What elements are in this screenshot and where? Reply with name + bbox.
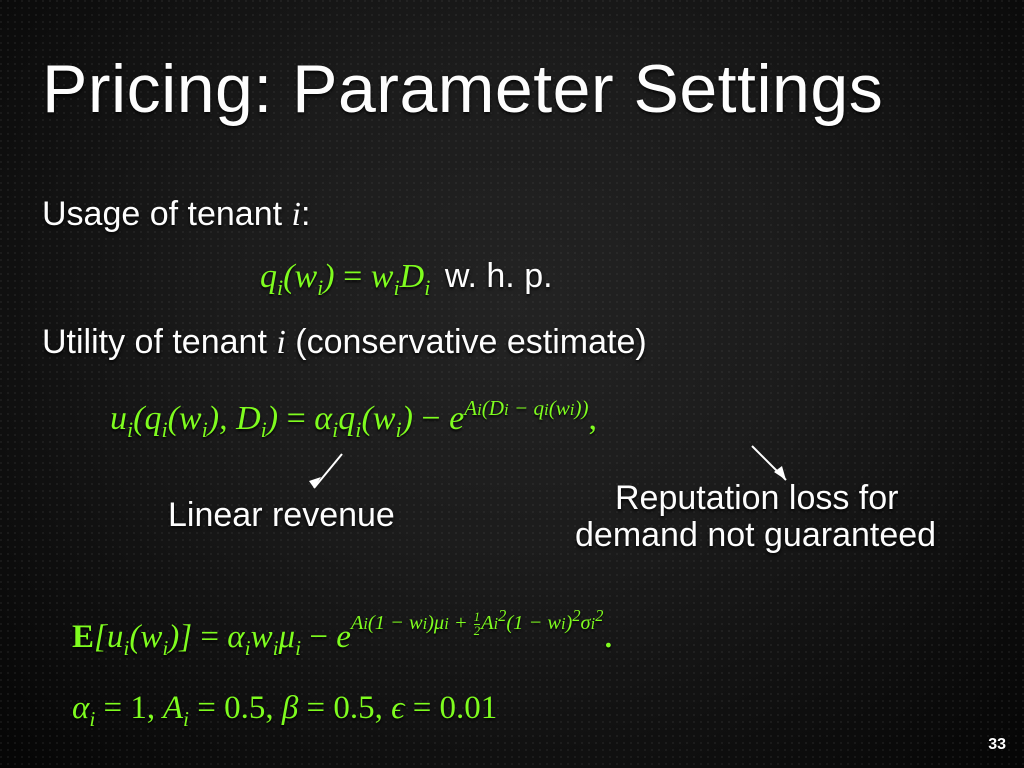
whp-text: w. h. p. — [445, 257, 553, 295]
usage-equation: qi(wi) = wiDi — [260, 258, 439, 295]
usage-pre: Usage of tenant — [42, 195, 292, 233]
utility-equation: ui(qi(wi), Di) = αiqi(wi) − eAi(Di − qi(… — [110, 400, 597, 443]
page-number: 33 — [988, 736, 1006, 754]
usage-var: i — [292, 196, 301, 233]
utility-eq-tail: , — [589, 400, 598, 437]
utility-line: Utility of tenant i (conservative estima… — [42, 323, 647, 362]
expectation-equation: E[ui(wi)] = αiwiμi − eAi(1 − wi)μi + 12A… — [72, 610, 613, 661]
slide: Pricing: Parameter Settings Usage of ten… — [0, 0, 1024, 768]
usage-post: : — [301, 195, 310, 233]
annotation-linear-revenue: Linear revenue — [168, 497, 395, 534]
utility-post: (conservative estimate) — [286, 323, 647, 361]
expectation-exponent: Ai(1 − wi)μi + 12Ai2(1 − wi)2σi2 — [351, 608, 604, 637]
parameter-values: αi = 1, Ai = 0.5, β = 0.5, ϵ = 0.01 — [72, 690, 497, 732]
utility-exponent: Ai(Di − qi(wi)) — [464, 398, 588, 419]
annotation-reputation-loss: Reputation loss for demand not guarantee… — [575, 480, 1024, 555]
utility-var: i — [276, 324, 285, 361]
rep-loss-line2: demand not guaranteed — [575, 517, 1024, 554]
usage-line: Usage of tenant i: — [42, 195, 310, 234]
usage-equation-row: qi(wi) = wiDi w. h. p. — [260, 257, 553, 301]
slide-title: Pricing: Parameter Settings — [42, 50, 883, 128]
utility-pre: Utility of tenant — [42, 323, 276, 361]
expectation-tail: . — [603, 611, 613, 656]
arrow-left-icon — [300, 448, 360, 498]
rep-loss-line1: Reputation loss for — [575, 480, 1024, 517]
